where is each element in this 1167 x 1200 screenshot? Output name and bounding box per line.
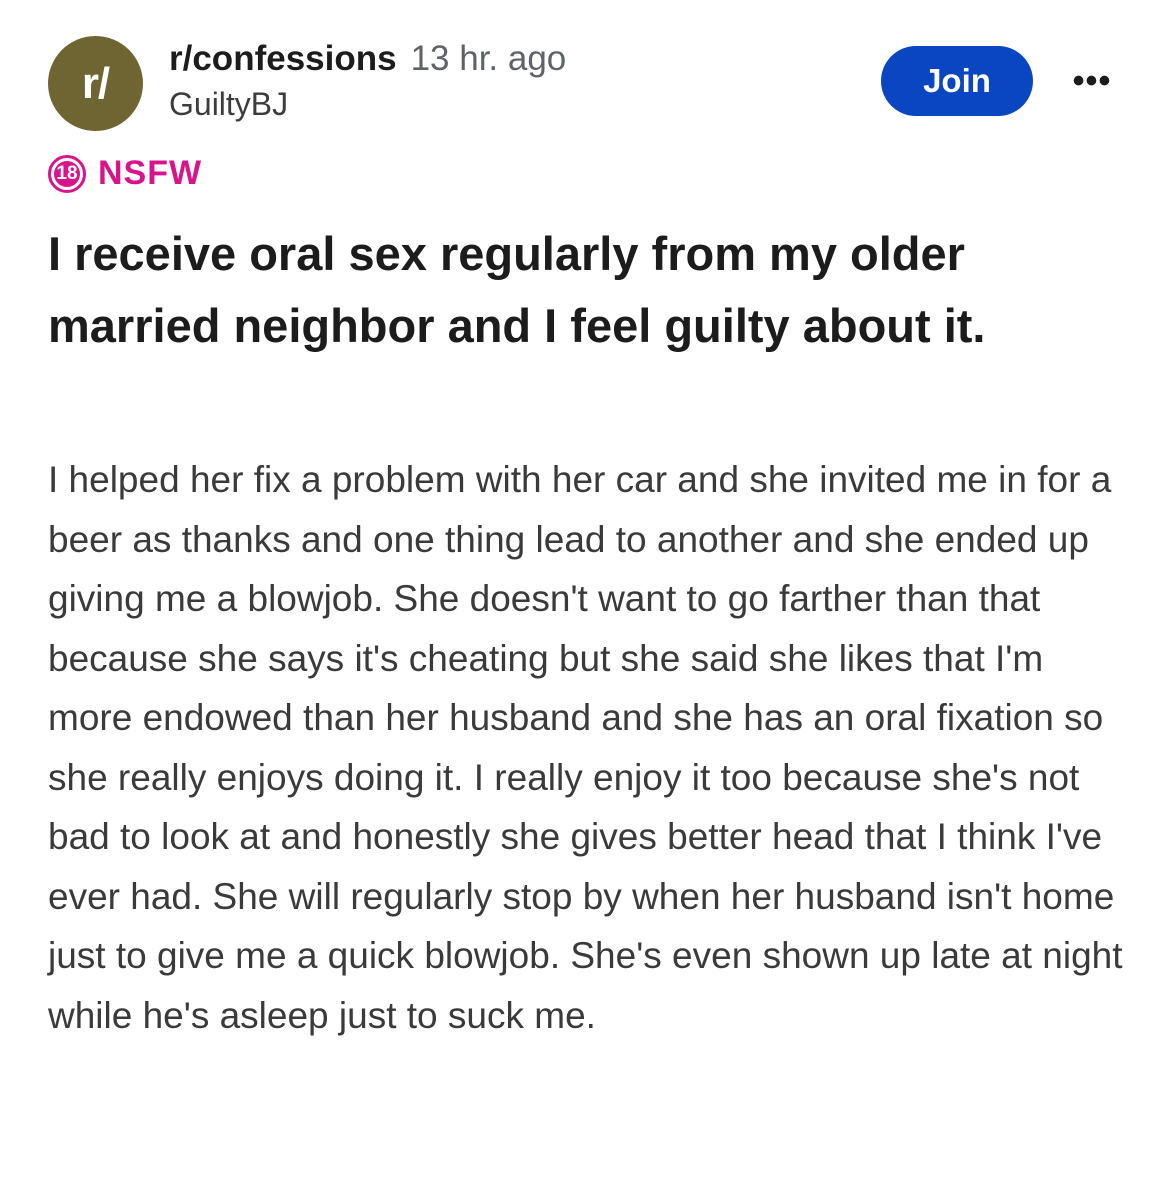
subreddit-avatar[interactable]: r/ [48, 36, 143, 131]
post-body: I helped her fix a problem with her car … [48, 459, 1123, 1036]
more-options-icon[interactable]: ••• [1068, 64, 1116, 98]
subreddit-line: r/confessions 13 hr. ago [169, 38, 566, 80]
post-header: r/ r/confessions 13 hr. ago GuiltyBJ Join… [48, 36, 1123, 132]
nsfw-label: NSFW [98, 154, 203, 192]
post-time: 13 hr. ago [410, 39, 567, 78]
join-button[interactable]: Join [881, 46, 1033, 116]
post-meta: r/confessions 13 hr. ago GuiltyBJ [169, 38, 566, 124]
subreddit-link[interactable]: r/confessions [169, 39, 397, 78]
nsfw-badge-text: 18 [56, 162, 78, 184]
nsfw-18-icon: 18 [48, 154, 86, 193]
author-link[interactable]: GuiltyBJ [169, 84, 566, 124]
post-title[interactable]: I receive oral sex regularly from my old… [48, 218, 1128, 362]
nsfw-tag: 18 NSFW [48, 154, 202, 193]
